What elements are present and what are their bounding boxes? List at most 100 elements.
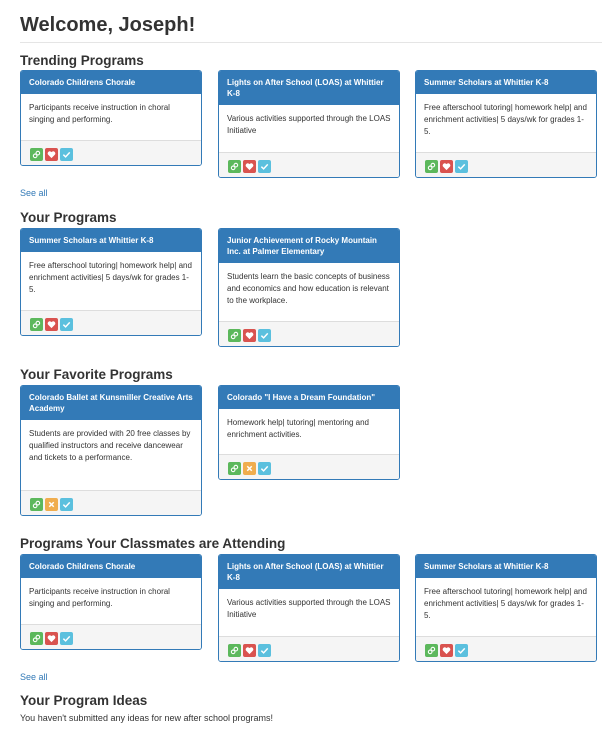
section-title-ideas: Your Program Ideas [20, 693, 148, 708]
program-card-title[interactable]: Summer Scholars at Whittier K-8 [21, 229, 201, 252]
favorite-button[interactable] [45, 148, 58, 161]
x-icon [246, 465, 253, 472]
link-button[interactable] [228, 462, 241, 475]
link-button[interactable] [425, 160, 438, 173]
see-all-classmates-link[interactable]: See all [20, 672, 48, 682]
program-card-description: Free afterschool tutoring| homework help… [29, 261, 192, 294]
heart-icon [245, 647, 254, 655]
program-card-title[interactable]: Colorado Childrens Chorale [21, 71, 201, 94]
attend-button[interactable] [258, 462, 271, 475]
program-card: Lights on After School (LOAS) at Whittie… [218, 554, 400, 662]
link-icon [32, 150, 41, 159]
check-icon [260, 465, 269, 472]
link-icon [427, 646, 436, 655]
program-card-actions [219, 152, 399, 177]
link-button[interactable] [425, 644, 438, 657]
check-icon [62, 501, 71, 508]
link-icon [230, 464, 239, 473]
program-card-title[interactable]: Colorado Childrens Chorale [21, 555, 201, 578]
link-icon [32, 500, 41, 509]
heart-icon [47, 151, 56, 159]
program-card-title[interactable]: Lights on After School (LOAS) at Whittie… [219, 555, 399, 589]
link-icon [32, 320, 41, 329]
program-card-actions [21, 310, 201, 335]
program-card-actions [416, 636, 596, 661]
x-icon [48, 501, 55, 508]
link-button[interactable] [30, 148, 43, 161]
favorite-button[interactable] [45, 318, 58, 331]
section-title-classmates: Programs Your Classmates are Attending [20, 536, 286, 551]
link-icon [32, 634, 41, 643]
section-title-trending: Trending Programs [20, 53, 144, 68]
link-button[interactable] [228, 329, 241, 342]
unfavorite-button[interactable] [45, 498, 58, 511]
program-card-actions [219, 636, 399, 661]
heart-icon [245, 163, 254, 171]
page-title: Welcome, Joseph! [20, 14, 196, 36]
link-button[interactable] [30, 318, 43, 331]
check-icon [260, 647, 269, 654]
see-all-trending-link[interactable]: See all [20, 188, 48, 198]
program-card: Summer Scholars at Whittier K-8 Free aft… [20, 228, 202, 336]
favorite-button[interactable] [440, 644, 453, 657]
link-icon [230, 331, 239, 340]
program-card-title[interactable]: Summer Scholars at Whittier K-8 [416, 71, 596, 94]
favorite-button[interactable] [243, 160, 256, 173]
attend-button[interactable] [60, 632, 73, 645]
favorite-button[interactable] [243, 644, 256, 657]
program-card-title[interactable]: Colorado "I Have a Dream Foundation" [219, 386, 399, 409]
check-icon [260, 332, 269, 339]
attend-button[interactable] [455, 160, 468, 173]
favorite-button[interactable] [243, 329, 256, 342]
link-icon [230, 162, 239, 171]
program-card-description: Participants receive instruction in chor… [29, 587, 170, 608]
check-icon [260, 163, 269, 170]
attend-button[interactable] [60, 148, 73, 161]
program-card: Colorado Ballet at Kunsmiller Creative A… [20, 385, 202, 516]
check-icon [62, 151, 71, 158]
program-card-actions [21, 140, 201, 165]
favorite-button[interactable] [440, 160, 453, 173]
check-icon [62, 321, 71, 328]
program-card-description: Various activities supported through the… [227, 114, 391, 135]
link-button[interactable] [30, 632, 43, 645]
program-card-description: Students learn the basic concepts of bus… [227, 272, 390, 305]
heart-icon [442, 647, 451, 655]
link-button[interactable] [228, 160, 241, 173]
program-card: Summer Scholars at Whittier K-8 Free aft… [415, 70, 597, 178]
program-card: Colorado Childrens Chorale Participants … [20, 554, 202, 650]
section-title-favorites: Your Favorite Programs [20, 367, 173, 382]
check-icon [457, 163, 466, 170]
program-card-title[interactable]: Colorado Ballet at Kunsmiller Creative A… [21, 386, 201, 420]
program-card-description: Free afterschool tutoring| homework help… [424, 587, 587, 620]
program-card-actions [21, 624, 201, 649]
attend-button[interactable] [60, 498, 73, 511]
unfavorite-button[interactable] [243, 462, 256, 475]
attend-button[interactable] [258, 329, 271, 342]
ideas-empty-message: You haven't submitted any ideas for new … [20, 713, 274, 723]
program-card-actions [416, 152, 596, 177]
heart-icon [47, 635, 56, 643]
program-card: Junior Achievement of Rocky Mountain Inc… [218, 228, 400, 347]
program-card-actions [219, 321, 399, 346]
attend-button[interactable] [258, 644, 271, 657]
program-card-description: Free afterschool tutoring| homework help… [424, 103, 587, 136]
attend-button[interactable] [455, 644, 468, 657]
link-button[interactable] [30, 498, 43, 511]
heart-icon [245, 332, 254, 340]
program-card-title[interactable]: Junior Achievement of Rocky Mountain Inc… [219, 229, 399, 263]
program-card-description: Participants receive instruction in chor… [29, 103, 170, 124]
program-card-title[interactable]: Summer Scholars at Whittier K-8 [416, 555, 596, 578]
program-card-title[interactable]: Lights on After School (LOAS) at Whittie… [219, 71, 399, 105]
check-icon [62, 635, 71, 642]
program-card: Colorado "I Have a Dream Foundation" Hom… [218, 385, 400, 480]
favorite-button[interactable] [45, 632, 58, 645]
attend-button[interactable] [258, 160, 271, 173]
program-card-description: Students are provided with 20 free class… [29, 429, 191, 462]
program-card: Colorado Childrens Chorale Participants … [20, 70, 202, 166]
attend-button[interactable] [60, 318, 73, 331]
program-card-description: Homework help| tutoring| mentoring and e… [227, 418, 370, 439]
program-card-actions [219, 454, 399, 479]
link-button[interactable] [228, 644, 241, 657]
program-card-description: Various activities supported through the… [227, 598, 391, 619]
